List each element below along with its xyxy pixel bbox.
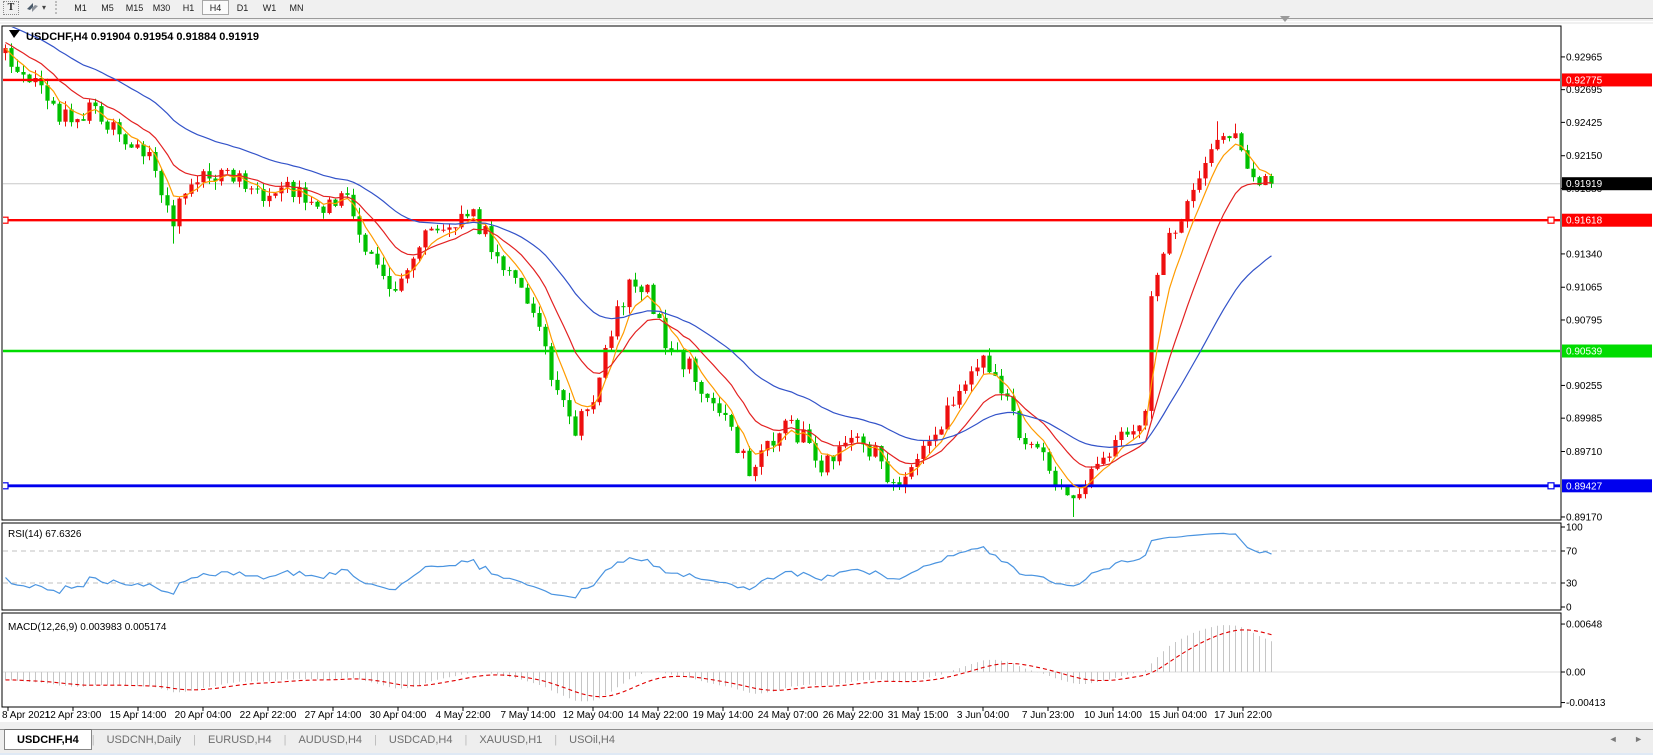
macd-label: MACD(12,26,9) 0.003983 0.005174: [8, 622, 167, 633]
tabs-row: USDCHF,H4 | USDCNH,Daily | EURUSD,H4 | AUDUSD,…: [0, 729, 1653, 753]
price-axis-tick: 0.91065: [1566, 283, 1603, 294]
top-toolbar: T ▾ M1 M5 M15 M30 H1 H4 D1 W1 MN: [0, 0, 1653, 15]
price-badge-text: 0.90539: [1566, 347, 1603, 358]
rsi-label: RSI(14) 67.6326: [8, 529, 82, 540]
date-axis-label: 15 Apr 14:00: [110, 710, 167, 721]
tab-usdchf-h4[interactable]: USDCHF,H4: [4, 729, 92, 750]
timeframe-button-h4[interactable]: H4: [202, 0, 230, 15]
chevron-down-icon: ▾: [42, 2, 47, 12]
arrows-icon: [27, 3, 38, 12]
date-axis-label: 8 Apr 2021: [2, 710, 51, 721]
date-axis-label: 27 Apr 14:00: [305, 710, 362, 721]
arrows-tool-button[interactable]: ▾: [25, 1, 46, 15]
tab-usoil-h4[interactable]: USOil,H4: [557, 730, 627, 749]
tab-usdcad-h4[interactable]: USDCAD,H4: [377, 730, 465, 749]
chart-tab-bar: USDCHF,H4 | USDCNH,Daily | EURUSD,H4 | AUDUSD,…: [0, 722, 1653, 753]
date-axis-label: 4 May 22:00: [435, 710, 490, 721]
price-axis-tick: 0.91340: [1566, 249, 1603, 260]
macd-pane[interactable]: [1, 612, 1562, 708]
tab-xauusd-h1[interactable]: XAUUSD,H1: [467, 730, 554, 749]
date-axis-label: 7 Jun 23:00: [1022, 710, 1075, 721]
price-axis-tick: 0.89985: [1566, 414, 1603, 425]
rsi-axis-tick: 0: [1566, 603, 1572, 614]
chart-scrollbar[interactable]: [0, 15, 1653, 24]
rsi-axis-tick: 70: [1566, 547, 1578, 558]
price-axis-tick: 0.89710: [1566, 447, 1603, 458]
price-axis-tick: 0.92150: [1566, 151, 1603, 162]
tabs-scroll-left-icon[interactable]: ◄: [1609, 734, 1618, 744]
date-axis-label: 10 Jun 14:00: [1084, 710, 1142, 721]
line-handle: [1547, 482, 1555, 490]
price-pane[interactable]: [1, 25, 1562, 521]
tab-scroll-arrows: ◄ ►: [1595, 734, 1643, 744]
date-axis-label: 20 Apr 04:00: [175, 710, 232, 721]
date-axis-label: 3 Jun 04:00: [957, 710, 1010, 721]
tab-usdcnh-daily[interactable]: USDCNH,Daily: [95, 730, 194, 749]
timeframe-toolbar: M1 M5 M15 M30 H1 H4 D1 W1 MN: [67, 0, 310, 15]
timeframe-button-m30[interactable]: M30: [148, 0, 175, 15]
macd-axis-tick: -0.00413: [1566, 698, 1606, 709]
chart-canvas[interactable]: USDCHF,H4 0.91904 0.91954 0.91884 0.9191…: [0, 24, 1653, 722]
timeframe-button-m5[interactable]: M5: [94, 0, 121, 15]
text-tool-button[interactable]: T: [3, 0, 19, 15]
rsi-axis-tick: 30: [1566, 579, 1578, 590]
date-axis-label: 24 May 07:00: [758, 710, 819, 721]
tab-audusd-h4[interactable]: AUDUSD,H4: [286, 730, 374, 749]
date-axis-label: 15 Jun 04:00: [1149, 710, 1207, 721]
chart-title: USDCHF,H4 0.91904 0.91954 0.91884 0.9191…: [26, 31, 259, 43]
timeframe-button-m15[interactable]: M15: [121, 0, 148, 15]
timeframe-button-d1[interactable]: D1: [229, 0, 256, 15]
scrollbar-thumb-icon[interactable]: [1280, 16, 1290, 22]
date-axis-label: 30 Apr 04:00: [370, 710, 427, 721]
timeframe-button-h1[interactable]: H1: [175, 0, 202, 15]
rsi-axis-tick: 100: [1566, 523, 1583, 534]
price-axis-tick: 0.92425: [1566, 118, 1603, 129]
date-axis-label: 26 May 22:00: [823, 710, 884, 721]
price-axis-tick: 0.90795: [1566, 315, 1603, 326]
price-axis-tick: 0.92695: [1566, 85, 1603, 96]
price-badge-text: 0.89427: [1566, 481, 1603, 492]
rsi-pane[interactable]: [1, 522, 1562, 611]
price-axis-tick: 0.92965: [1566, 52, 1603, 63]
date-axis-label: 12 Apr 23:00: [45, 710, 102, 721]
tab-eurusd-h4[interactable]: EURUSD,H4: [196, 730, 284, 749]
price-badge-text: 0.92775: [1566, 75, 1603, 86]
price-badge-text: 0.91618: [1566, 216, 1603, 227]
chart-window[interactable]: USDCHF,H4 0.91904 0.91954 0.91884 0.9191…: [0, 24, 1653, 722]
price-badge-text: 0.91919: [1566, 179, 1603, 190]
date-axis-label: 17 Jun 22:00: [1214, 710, 1272, 721]
date-axis-label: 19 May 14:00: [693, 710, 754, 721]
tabs-scroll-right-icon[interactable]: ►: [1634, 734, 1643, 744]
date-axis-label: 14 May 22:00: [628, 710, 689, 721]
line-handle: [1547, 216, 1555, 224]
toolbar-separator: [55, 1, 60, 14]
macd-axis-tick: 0.00: [1566, 668, 1586, 679]
price-axis-tick: 0.90255: [1566, 381, 1603, 392]
timeframe-button-mn[interactable]: MN: [283, 0, 310, 15]
timeframe-button-w1[interactable]: W1: [256, 0, 283, 15]
date-axis-label: 22 Apr 22:00: [240, 710, 297, 721]
date-axis-label: 12 May 04:00: [563, 710, 624, 721]
date-axis-label: 31 May 15:00: [888, 710, 949, 721]
macd-axis-tick: 0.00648: [1566, 620, 1603, 631]
date-axis-label: 7 May 14:00: [500, 710, 555, 721]
timeframe-button-m1[interactable]: M1: [67, 0, 94, 15]
scrollbar-groove: [0, 18, 1653, 22]
